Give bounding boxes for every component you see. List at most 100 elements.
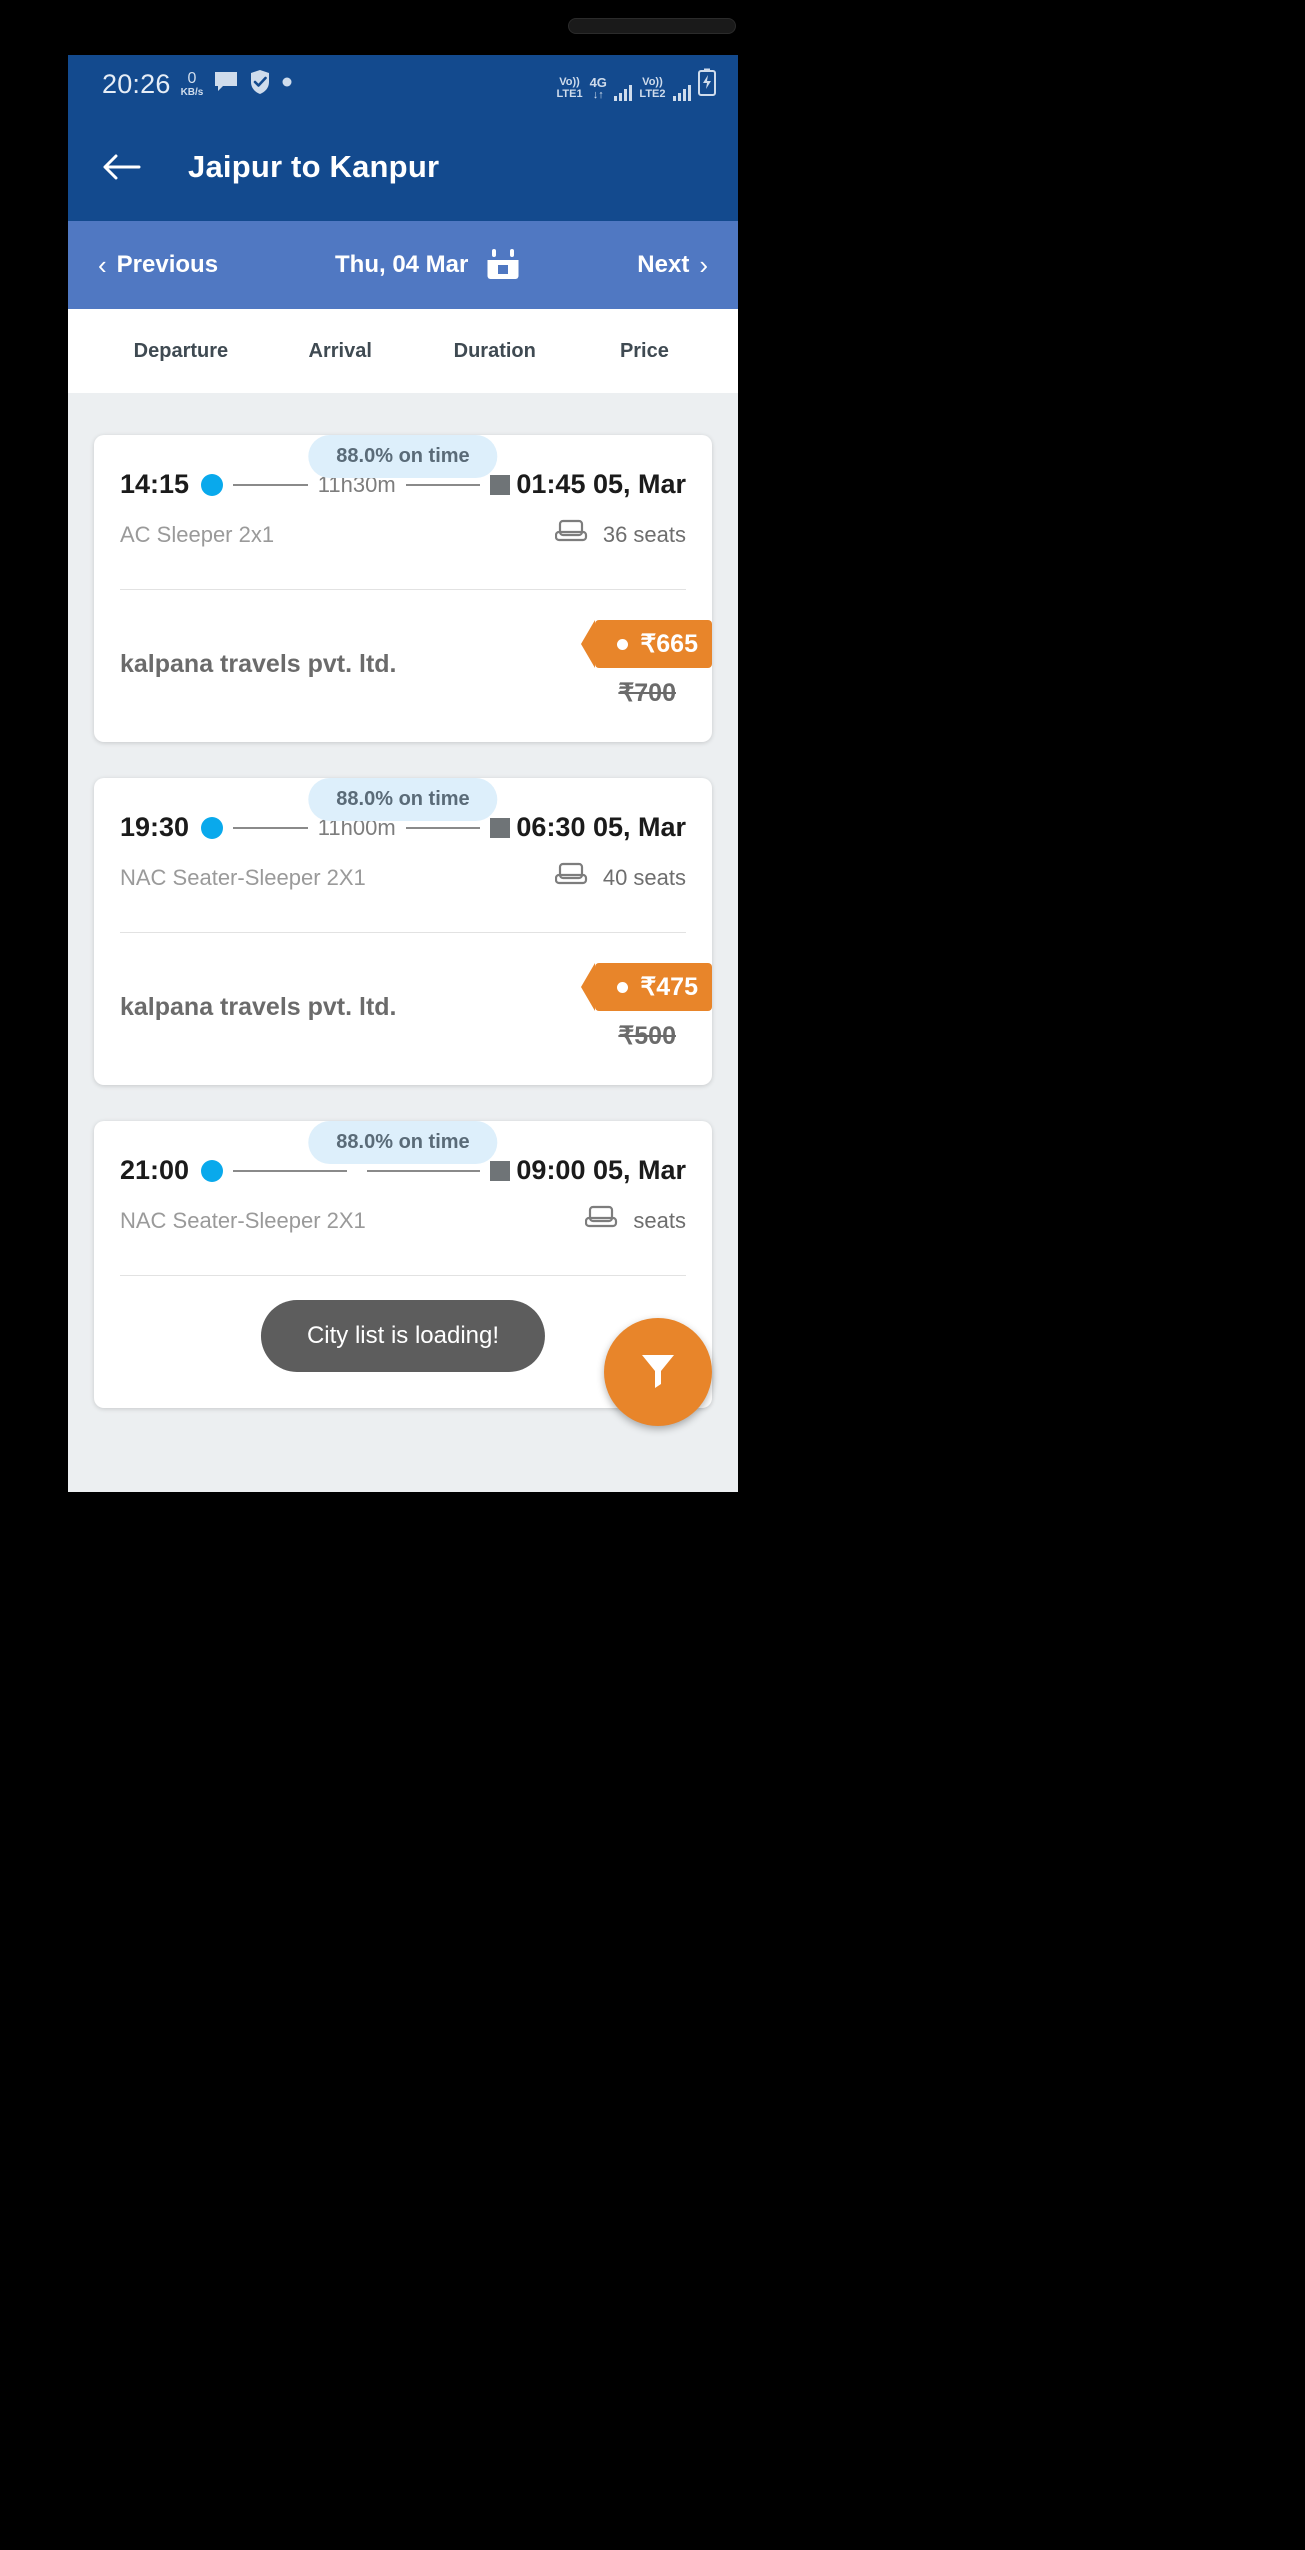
network-type-indicator: 4G ↓↑ [590, 76, 607, 101]
selected-date-label: Thu, 04 Mar [335, 251, 469, 278]
sim1-status: Vo)) LTE1 [557, 77, 583, 100]
timeline-line-left [233, 826, 308, 829]
seats-count: 40 seats [602, 864, 686, 890]
departure-dot-icon [201, 816, 224, 839]
sort-column-header: Departure Arrival Duration Price [68, 309, 738, 393]
seats-available-group: seats [585, 1204, 686, 1237]
dot-icon [281, 75, 293, 93]
earpiece-speaker [568, 18, 736, 34]
arrival-time: 06:30 05, Mar [516, 812, 687, 842]
departure-dot-icon [201, 1159, 224, 1182]
bus-meta-row: AC Sleeper 2x1 36 seats [120, 518, 686, 589]
price-tag-dot-icon [617, 638, 629, 650]
bus-result-item[interactable]: 88.0% on time 19:30 11h00m 06:30 05, Mar… [94, 778, 712, 1085]
price-block[interactable]: ₹475 ₹500 [581, 963, 712, 1051]
price-tag[interactable]: ₹665 [581, 620, 712, 668]
timeline-line-right [366, 1169, 481, 1172]
phone-frame: 20:26 0 KB/s Vo)) LTE1 4G ↓↑ Vo)) LTE2 J… [0, 0, 1305, 2550]
bus-results-list[interactable]: 88.0% on time 14:15 11h30m 01:45 05, Mar… [68, 393, 738, 1492]
price-tag-dot-icon [617, 981, 629, 993]
timeline-line-right [405, 826, 481, 829]
seats-count: 36 seats [602, 521, 686, 547]
sim2-lte-label: LTE2 [639, 87, 666, 100]
back-arrow-icon[interactable] [98, 144, 144, 190]
arrival-square-icon [490, 474, 511, 495]
arrival-time: 01:45 05, Mar [516, 469, 687, 499]
bus-card[interactable]: 14:15 11h30m 01:45 05, Mar AC Sleeper 2x… [94, 435, 712, 742]
status-bar: 20:26 0 KB/s Vo)) LTE1 4G ↓↑ Vo)) LTE2 [68, 55, 738, 113]
network-speed-value: 0 [187, 69, 197, 87]
seat-icon [585, 1204, 619, 1237]
on-time-badge: 88.0% on time [308, 435, 498, 478]
operator-price-row: kalpana travels pvt. ltd. ₹475 ₹500 [120, 933, 712, 1085]
sim1-labels: Vo)) LTE1 [557, 77, 583, 100]
status-bar-left: 20:26 0 KB/s [102, 69, 293, 100]
chevron-right-icon: › [699, 250, 708, 280]
departure-time: 14:15 [120, 469, 190, 499]
column-price[interactable]: Price [577, 340, 712, 363]
filter-fab-button[interactable] [604, 1318, 712, 1426]
on-time-badge: 88.0% on time [308, 1121, 498, 1164]
timeline-line-right [405, 483, 481, 486]
price-current: ₹665 [640, 630, 698, 658]
operator-name: kalpana travels pvt. ltd. [120, 649, 397, 678]
bus-type: AC Sleeper 2x1 [120, 521, 275, 547]
sim2-labels: Vo)) LTE2 [639, 77, 665, 100]
status-clock: 20:26 [102, 68, 171, 99]
network-type-label: 4G [589, 74, 607, 90]
battery-charging-icon [698, 68, 716, 101]
departure-dot-icon [201, 473, 224, 496]
sim2-status: Vo)) LTE2 [639, 77, 665, 100]
message-icon [213, 70, 239, 99]
seats-available-group: 40 seats [554, 861, 686, 894]
operator-name: kalpana travels pvt. ltd. [120, 992, 397, 1021]
sim2-signal-bars-icon [672, 84, 691, 101]
app-bar: Jaipur to Kanpur [68, 113, 738, 221]
filter-funnel-icon [634, 1346, 682, 1399]
chevron-left-icon: ‹ [98, 250, 107, 280]
bus-meta-row: NAC Seater-Sleeper 2X1 40 seats [120, 861, 686, 932]
price-original: ₹700 [618, 679, 676, 707]
toast-message: City list is loading! [260, 1300, 546, 1372]
seat-icon [554, 518, 589, 551]
bus-type: NAC Seater-Sleeper 2X1 [120, 864, 366, 890]
price-current: ₹475 [640, 973, 698, 1001]
shield-check-icon [249, 69, 271, 100]
network-speed-indicator: 0 KB/s [180, 69, 204, 98]
seats-available-group: 36 seats [554, 518, 686, 551]
sim1-signal-bars-icon [613, 84, 633, 101]
timeline-line-left [233, 1169, 347, 1172]
departure-time: 21:00 [120, 1155, 190, 1185]
phone-screen: 20:26 0 KB/s Vo)) LTE1 4G ↓↑ Vo)) LTE2 J… [68, 55, 738, 1492]
column-duration[interactable]: Duration [413, 340, 577, 363]
column-arrival[interactable]: Arrival [268, 340, 413, 363]
next-day-button[interactable]: Next › [637, 251, 708, 279]
column-departure[interactable]: Departure [94, 340, 268, 363]
arrival-time: 09:00 05, Mar [516, 1155, 687, 1185]
sim1-lte-label: LTE1 [556, 87, 583, 100]
on-time-badge: 88.0% on time [308, 778, 498, 821]
date-navigation-bar: ‹ Previous Thu, 04 Mar Next › [68, 221, 738, 309]
price-block[interactable]: ₹665 ₹700 [581, 620, 712, 708]
page-title: Jaipur to Kanpur [188, 149, 440, 184]
bus-card[interactable]: 19:30 11h00m 06:30 05, Mar NAC Seater-Sl… [94, 778, 712, 1085]
next-day-label: Next [637, 251, 690, 278]
arrival-square-icon [490, 1160, 511, 1181]
network-speed-unit: KB/s [180, 86, 204, 98]
seat-icon [554, 861, 589, 894]
price-tag[interactable]: ₹475 [581, 963, 712, 1011]
selected-date-group[interactable]: Thu, 04 Mar [335, 249, 520, 281]
bus-meta-row: NAC Seater-Sleeper 2X1 seats [120, 1204, 686, 1275]
status-bar-right: Vo)) LTE1 4G ↓↑ Vo)) LTE2 [557, 68, 716, 101]
timeline-line-left [233, 483, 308, 486]
departure-time: 19:30 [120, 812, 190, 842]
operator-price-row: kalpana travels pvt. ltd. ₹665 ₹700 [120, 590, 712, 742]
previous-day-label: Previous [116, 251, 219, 278]
bus-type: NAC Seater-Sleeper 2X1 [120, 1207, 366, 1233]
price-original: ₹500 [618, 1022, 676, 1050]
calendar-icon[interactable] [486, 249, 520, 281]
bus-result-item[interactable]: 88.0% on time 14:15 11h30m 01:45 05, Mar… [94, 435, 712, 742]
previous-day-button[interactable]: ‹ Previous [98, 251, 218, 279]
seats-count: seats [633, 1207, 686, 1233]
data-transfer-arrows-icon: ↓↑ [592, 88, 604, 101]
